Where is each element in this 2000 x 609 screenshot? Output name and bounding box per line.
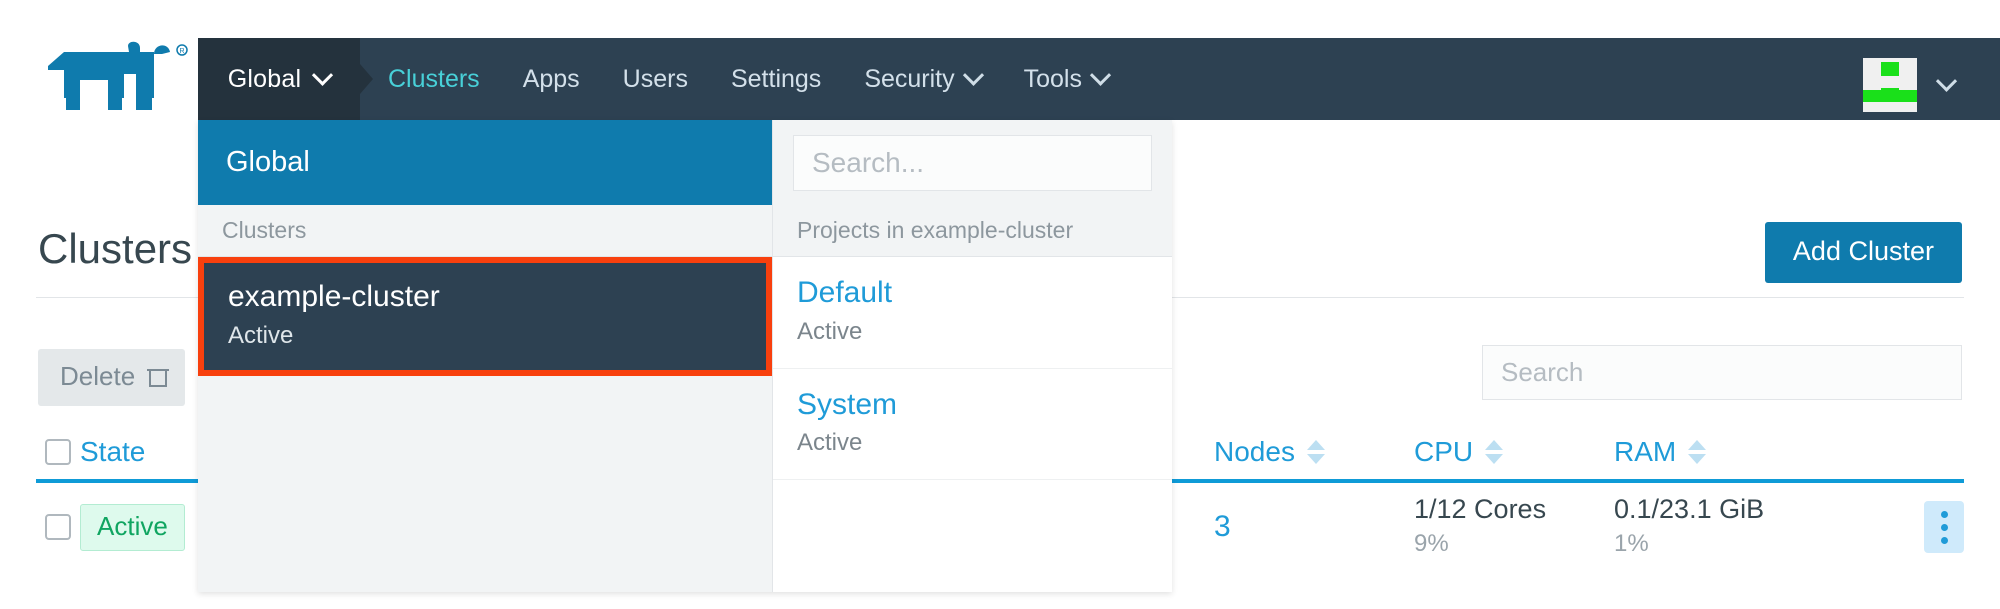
nav-item-security[interactable]: Security xyxy=(864,65,980,94)
rancher-clusters-page: R Clusters Add Cluster Delete State Node… xyxy=(0,0,2000,609)
status-badge: Active xyxy=(80,504,185,551)
column-header-ram[interactable]: RAM xyxy=(1614,436,1874,468)
dropdown-global-label: Global xyxy=(226,146,310,179)
row-nodes-cell: 3 xyxy=(1214,510,1414,544)
user-identicon-avatar xyxy=(1863,58,1917,112)
scope-selector-button[interactable]: Global xyxy=(198,38,360,120)
column-header-nodes[interactable]: Nodes xyxy=(1214,436,1414,468)
row-checkbox-cell xyxy=(36,514,80,540)
row-ram-value: 0.1/23.1 GiB xyxy=(1614,493,1874,527)
dropdown-search-input[interactable] xyxy=(793,135,1152,191)
nav-item-tools-label: Tools xyxy=(1024,65,1082,94)
navbar-items: Clusters Apps Users Settings Security To… xyxy=(388,38,1108,120)
dropdown-project-name: Default xyxy=(797,273,1172,314)
dropdown-global-item[interactable]: Global xyxy=(198,120,772,205)
dropdown-project-item-system[interactable]: System Active xyxy=(773,369,1172,481)
dropdown-cluster-state: Active xyxy=(228,318,766,354)
column-header-nodes-label: Nodes xyxy=(1214,436,1295,468)
table-search-input[interactable] xyxy=(1482,345,1962,400)
trash-icon xyxy=(149,367,167,387)
nav-item-apps-label: Apps xyxy=(523,65,580,94)
projects-column: Projects in example-cluster Default Acti… xyxy=(772,120,1172,592)
dropdown-project-state: Active xyxy=(797,314,1172,350)
dropdown-project-name: System xyxy=(797,385,1172,426)
nav-item-settings[interactable]: Settings xyxy=(731,65,821,94)
select-all-checkbox[interactable] xyxy=(45,439,71,465)
column-header-ram-label: RAM xyxy=(1614,436,1676,468)
nav-item-apps[interactable]: Apps xyxy=(523,65,580,94)
column-header-cpu[interactable]: CPU xyxy=(1414,436,1614,468)
add-cluster-button[interactable]: Add Cluster xyxy=(1765,222,1962,283)
chevron-down-icon xyxy=(1090,64,1111,85)
sort-icon[interactable] xyxy=(1688,440,1706,464)
select-all-checkbox-cell xyxy=(36,439,80,465)
row-cpu-percent: 9% xyxy=(1414,527,1614,561)
row-ram-cell: 0.1/23.1 GiB 1% xyxy=(1614,493,1874,560)
dropdown-project-state: Active xyxy=(797,425,1172,461)
row-actions-menu-icon[interactable] xyxy=(1924,501,1964,553)
row-checkbox[interactable] xyxy=(45,514,71,540)
row-nodes-value[interactable]: 3 xyxy=(1214,510,1231,543)
dropdown-cluster-name: example-cluster xyxy=(228,277,766,318)
scope-dropdown-panel: Global Clusters example-cluster Active P… xyxy=(198,120,1172,592)
nav-item-settings-label: Settings xyxy=(731,65,821,94)
delete-button[interactable]: Delete xyxy=(38,349,185,406)
delete-button-label: Delete xyxy=(60,361,135,392)
row-cpu-cell: 1/12 Cores 9% xyxy=(1414,493,1614,560)
row-actions-cell xyxy=(1874,501,1964,553)
dropdown-project-item-default[interactable]: Default Active xyxy=(773,257,1172,369)
sort-icon[interactable] xyxy=(1485,440,1503,464)
page-title: Clusters xyxy=(38,225,192,273)
clusters-column: Global Clusters example-cluster Active xyxy=(198,120,772,592)
chevron-down-icon xyxy=(312,64,333,85)
chevron-down-icon xyxy=(1936,70,1957,91)
projects-section-label: Projects in example-cluster xyxy=(797,217,1073,244)
nav-item-security-label: Security xyxy=(864,65,954,94)
row-ram-percent: 1% xyxy=(1614,527,1874,561)
column-header-state-label: State xyxy=(80,436,145,468)
scope-selector-pointer xyxy=(360,64,373,94)
nav-item-tools[interactable]: Tools xyxy=(1024,65,1108,94)
dropdown-search-wrap xyxy=(773,120,1172,205)
sort-icon[interactable] xyxy=(1307,440,1325,464)
chevron-down-icon xyxy=(963,64,984,85)
top-navbar: Global Clusters Apps Users Settings Secu… xyxy=(198,38,2000,120)
scope-selector-label: Global xyxy=(228,65,301,94)
projects-section-header: Projects in example-cluster xyxy=(773,205,1172,257)
nav-item-users-label: Users xyxy=(623,65,688,94)
clusters-section-label: Clusters xyxy=(222,217,306,244)
dropdown-cluster-item-example-cluster[interactable]: example-cluster Active xyxy=(198,257,772,376)
nav-item-clusters[interactable]: Clusters xyxy=(388,65,480,94)
row-cpu-value: 1/12 Cores xyxy=(1414,493,1614,527)
nav-item-users[interactable]: Users xyxy=(623,65,688,94)
rancher-cow-logo[interactable]: R xyxy=(36,40,196,116)
svg-text:R: R xyxy=(179,48,184,55)
clusters-section-header: Clusters xyxy=(198,205,772,257)
column-header-cpu-label: CPU xyxy=(1414,436,1473,468)
user-menu-button[interactable] xyxy=(1863,58,1954,112)
nav-item-clusters-label: Clusters xyxy=(388,65,480,94)
